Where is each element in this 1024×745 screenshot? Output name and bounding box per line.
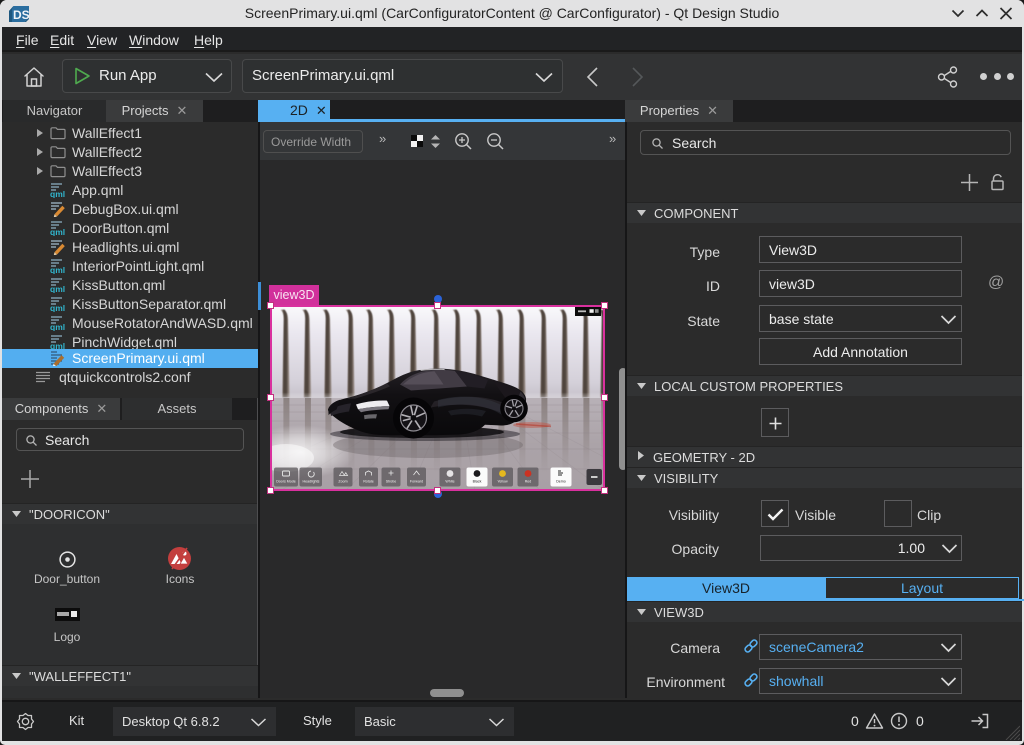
- svg-text:qml: qml: [50, 284, 65, 293]
- svg-text:qml: qml: [50, 227, 65, 236]
- svg-text:qml: qml: [50, 322, 65, 331]
- svg-text:qml: qml: [50, 303, 65, 312]
- svg-text:qml: qml: [50, 265, 65, 274]
- svg-text:qml: qml: [50, 189, 65, 198]
